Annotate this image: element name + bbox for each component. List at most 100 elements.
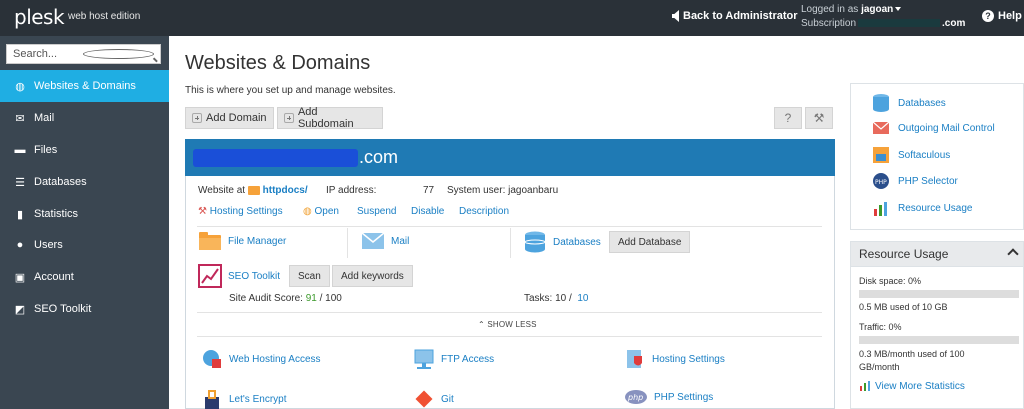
hosting-settings-tool-label: Hosting Settings <box>652 353 725 365</box>
tasks-separator: / <box>569 293 572 304</box>
back-to-admin-link[interactable]: Back to Administrator <box>672 10 798 22</box>
account-icon: ▣ <box>14 271 26 284</box>
docroot-link[interactable]: httpdocs/ <box>263 185 308 196</box>
add-subdomain-button[interactable]: Add Subdomain <box>277 106 383 130</box>
sidebar-item-label: Databases <box>34 176 87 188</box>
rp-resource-usage-link[interactable]: Resource Usage <box>872 199 972 217</box>
globe-icon: ◍ <box>303 206 312 217</box>
rp-php-selector-link[interactable]: PHP PHP Selector <box>872 172 958 190</box>
disk-usage-bar <box>859 290 1019 298</box>
file-manager-link[interactable]: File Manager <box>198 230 286 252</box>
disable-link[interactable]: Disable <box>411 206 444 217</box>
sidebar-item-websites-domains[interactable]: ◍ Websites & Domains <box>0 70 169 102</box>
page-description: This is where you set up and manage webs… <box>185 85 396 96</box>
ip-address-value: 77 <box>423 185 435 196</box>
caret-down-icon[interactable] <box>895 7 902 12</box>
rp-databases-link[interactable]: Databases <box>872 93 946 113</box>
traffic-used-text-1: 0.3 MB/month used of 100 <box>859 349 965 359</box>
top-bar: plesk web host edition Back to Administr… <box>0 0 1024 36</box>
wrench-button[interactable]: ⚒ <box>805 107 833 129</box>
seo-toolkit-icon <box>198 264 222 288</box>
search-icon[interactable] <box>82 49 154 59</box>
subscription-label: Subscription <box>801 18 857 29</box>
php-selector-icon: PHP <box>873 173 889 189</box>
tasks-label: Tasks: <box>524 293 553 304</box>
description-link[interactable]: Description <box>459 206 509 217</box>
website-at-label: Website at <box>198 185 246 196</box>
folder-icon: ▬ <box>14 144 26 156</box>
add-domain-button[interactable]: Add Domain <box>185 107 274 129</box>
sidebar-item-databases[interactable]: ☰ Databases <box>0 166 169 198</box>
chevron-up-icon[interactable] <box>1007 248 1019 260</box>
web-hosting-access-link[interactable]: Web Hosting Access <box>201 348 321 370</box>
svg-text:php: php <box>627 393 643 402</box>
plus-icon <box>284 113 294 123</box>
sidebar-item-mail[interactable]: ✉ Mail <box>0 102 169 134</box>
back-to-admin-label: Back to Administrator <box>683 10 798 22</box>
seo-icon: ◩ <box>14 303 26 316</box>
show-less-toggle[interactable]: ⌃ SHOW LESS <box>478 320 537 329</box>
envelope-icon <box>361 232 385 249</box>
domain-name[interactable]: .com <box>359 147 398 168</box>
sidebar-item-files[interactable]: ▬ Files <box>0 134 169 166</box>
lets-encrypt-link[interactable]: Let's Encrypt <box>201 389 287 409</box>
seo-toolkit-label: SEO Toolkit <box>228 270 281 282</box>
globe-icon: ◍ <box>15 80 25 93</box>
audit-score-max: / 100 <box>319 293 342 304</box>
resource-usage-header[interactable]: Resource Usage <box>850 241 1024 267</box>
sidebar-item-statistics[interactable]: ▮ Statistics <box>0 198 169 230</box>
git-link[interactable]: Git <box>413 389 454 409</box>
mail-link[interactable]: Mail <box>361 231 409 251</box>
rp-outgoing-mail-link[interactable]: Outgoing Mail Control <box>872 120 995 136</box>
chevron-up-icon: ⌃ <box>478 320 485 329</box>
rp-softaculous-link[interactable]: Softaculous <box>872 146 950 164</box>
search-input[interactable]: Search... <box>6 44 161 64</box>
tasks-total-link[interactable]: 10 <box>577 293 588 304</box>
add-keywords-button[interactable]: Add keywords <box>332 265 413 287</box>
page-title: Websites & Domains <box>185 52 371 74</box>
domain-header: .com <box>185 139 835 176</box>
lets-encrypt-icon <box>205 390 219 409</box>
tools-icon: ⚒ <box>198 206 207 217</box>
database-icon <box>524 231 546 253</box>
help-icon: ? <box>982 10 994 22</box>
plus-icon <box>192 113 202 123</box>
add-database-button[interactable]: Add Database <box>609 231 691 253</box>
hosting-settings-link[interactable]: ⚒ Hosting Settings <box>198 206 283 217</box>
sidebar-item-label: Mail <box>34 112 55 124</box>
seo-toolkit-link[interactable]: SEO Toolkit <box>198 264 280 288</box>
databases-link[interactable]: Databases <box>523 230 601 254</box>
open-link[interactable]: ◍ Open <box>303 206 339 217</box>
plesk-logo[interactable]: plesk <box>14 5 65 29</box>
hosting-settings-tool-link[interactable]: Hosting Settings <box>624 348 725 370</box>
sidebar-item-label: Account <box>34 271 74 283</box>
php-settings-label: PHP Settings <box>654 391 714 403</box>
help-question-button[interactable]: ? <box>774 107 802 129</box>
envelope-icon <box>872 121 890 134</box>
rp-outgoing-mail-label: Outgoing Mail Control <box>898 122 995 134</box>
lets-encrypt-label: Let's Encrypt <box>229 393 287 405</box>
sidebar-item-seo-toolkit[interactable]: ◩ SEO Toolkit <box>0 293 169 325</box>
sidebar-item-users[interactable]: ● Users <box>0 229 169 261</box>
separator <box>197 226 822 227</box>
ftp-icon <box>414 349 434 369</box>
disk-space-label: Disk space: 0% <box>859 276 922 286</box>
domain-name-redacted <box>193 149 358 167</box>
help-menu[interactable]: ? Help <box>982 10 1022 22</box>
disk-used-text: 0.5 MB used of 10 GB <box>859 302 948 312</box>
envelope-icon: ✉ <box>15 112 25 125</box>
ftp-access-link[interactable]: FTP Access <box>413 348 494 370</box>
subscription-domain[interactable]: .com <box>942 18 965 29</box>
ip-address-label: IP address: <box>326 185 377 196</box>
suspend-link[interactable]: Suspend <box>357 206 396 217</box>
separator <box>347 228 348 258</box>
scan-button[interactable]: Scan <box>289 265 330 287</box>
php-settings-link[interactable]: php PHP Settings <box>624 389 713 405</box>
user-menu[interactable]: jagoan <box>861 4 893 15</box>
file-manager-label: File Manager <box>228 235 287 247</box>
sidebar-item-account[interactable]: ▣ Account <box>0 261 169 293</box>
separator <box>510 228 511 258</box>
softaculous-icon <box>873 147 889 163</box>
sidebar-item-label: SEO Toolkit <box>34 303 92 315</box>
view-more-statistics-link[interactable]: View More Statistics <box>859 380 965 392</box>
